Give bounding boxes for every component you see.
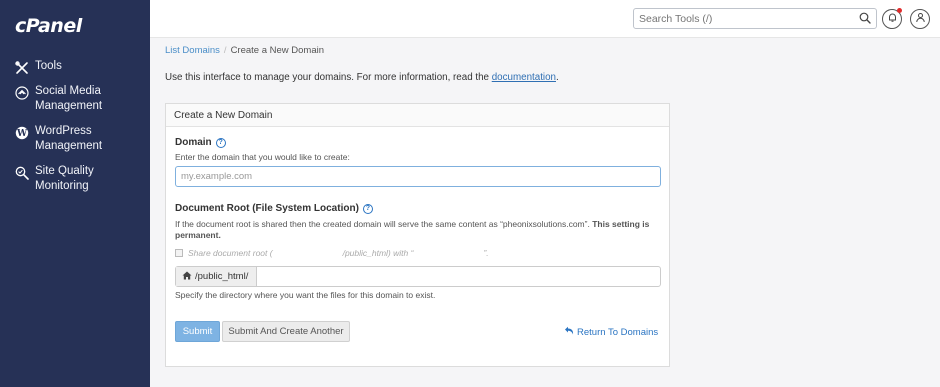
intro-text: Use this interface to manage your domain… xyxy=(165,72,559,83)
share-docroot-checkbox[interactable] xyxy=(175,249,183,257)
home-icon xyxy=(182,271,192,283)
sidebar-item-label: Social Media Management xyxy=(35,85,103,112)
breadcrumb-list-domains-link[interactable]: List Domains xyxy=(165,45,220,56)
notifications-button[interactable] xyxy=(882,8,902,29)
search-input[interactable] xyxy=(634,9,844,28)
docroot-prefix-text: /public_html/ xyxy=(195,271,249,282)
topbar xyxy=(150,0,940,38)
sidebar-item-label: Site Quality Monitoring xyxy=(35,165,94,192)
notification-dot xyxy=(897,8,902,13)
domain-input[interactable] xyxy=(175,166,661,187)
share-docroot-label: Share document root ( /public_html) with … xyxy=(188,248,489,258)
domain-description: Enter the domain that you would like to … xyxy=(175,152,350,162)
help-icon[interactable]: ? xyxy=(362,203,373,214)
intro-text-body: Use this interface to manage your domain… xyxy=(165,72,492,83)
docroot-path-prefix: /public_html/ xyxy=(176,267,257,286)
user-icon xyxy=(915,12,926,26)
wordpress-icon: W xyxy=(14,125,29,140)
create-domain-panel: Create a New Domain Domain ? Enter the d… xyxy=(165,103,670,367)
site-quality-icon xyxy=(14,165,29,180)
docroot-help-text: Specify the directory where you want the… xyxy=(175,290,436,300)
breadcrumb-separator: / xyxy=(223,45,227,56)
sidebar-item-wordpress[interactable]: W WordPress Management xyxy=(14,124,115,154)
domain-field-title: Domain ? xyxy=(175,137,226,148)
sidebar-item-site-quality[interactable]: Site Quality Monitoring xyxy=(14,164,115,194)
help-icon[interactable]: ? xyxy=(215,137,226,148)
return-to-domains-link[interactable]: Return To Domains xyxy=(564,326,658,338)
docroot-label: Document Root (File System Location) xyxy=(175,203,359,214)
docroot-description: If the document root is shared then the … xyxy=(175,219,665,241)
undo-arrow-icon xyxy=(564,326,574,338)
return-to-domains-label: Return To Domains xyxy=(577,326,659,338)
social-media-icon xyxy=(14,85,29,100)
search-icon[interactable] xyxy=(859,12,871,27)
breadcrumb: List Domains / Create a New Domain xyxy=(165,45,324,56)
docroot-field-title: Document Root (File System Location) ? xyxy=(175,203,373,214)
panel-title: Create a New Domain xyxy=(166,104,669,127)
svg-text:W: W xyxy=(15,129,27,139)
share-docroot-row: Share document root ( /public_html) with … xyxy=(175,248,489,258)
docroot-input[interactable] xyxy=(257,267,660,286)
user-account-button[interactable] xyxy=(910,9,930,29)
sidebar-item-label: WordPress Management xyxy=(35,125,103,152)
breadcrumb-current: Create a New Domain xyxy=(230,45,325,56)
search-box xyxy=(633,8,877,29)
docroot-path-group: /public_html/ xyxy=(175,266,661,287)
submit-button[interactable]: Submit xyxy=(175,321,220,342)
share-docroot-label-suffix: ”. xyxy=(483,248,489,258)
tools-icon xyxy=(14,60,29,75)
share-docroot-label-mid: /public_html) with “ xyxy=(342,248,414,258)
sidebar: cPanel Tools Social Media Management W W… xyxy=(0,0,150,387)
docroot-description-text: If the document root is shared then the … xyxy=(175,219,593,229)
documentation-link[interactable]: documentation xyxy=(492,72,556,83)
cpanel-logo[interactable]: cPanel xyxy=(15,15,82,37)
sidebar-item-tools[interactable]: Tools xyxy=(14,59,62,75)
share-docroot-label-prefix: Share document root ( xyxy=(188,248,273,258)
domain-label: Domain xyxy=(175,137,212,148)
sidebar-item-label: Tools xyxy=(35,60,62,72)
intro-text-suffix: . xyxy=(556,72,559,83)
sidebar-item-social-media[interactable]: Social Media Management xyxy=(14,84,115,114)
submit-and-create-another-button[interactable]: Submit And Create Another xyxy=(222,321,350,342)
bell-icon xyxy=(887,12,898,26)
